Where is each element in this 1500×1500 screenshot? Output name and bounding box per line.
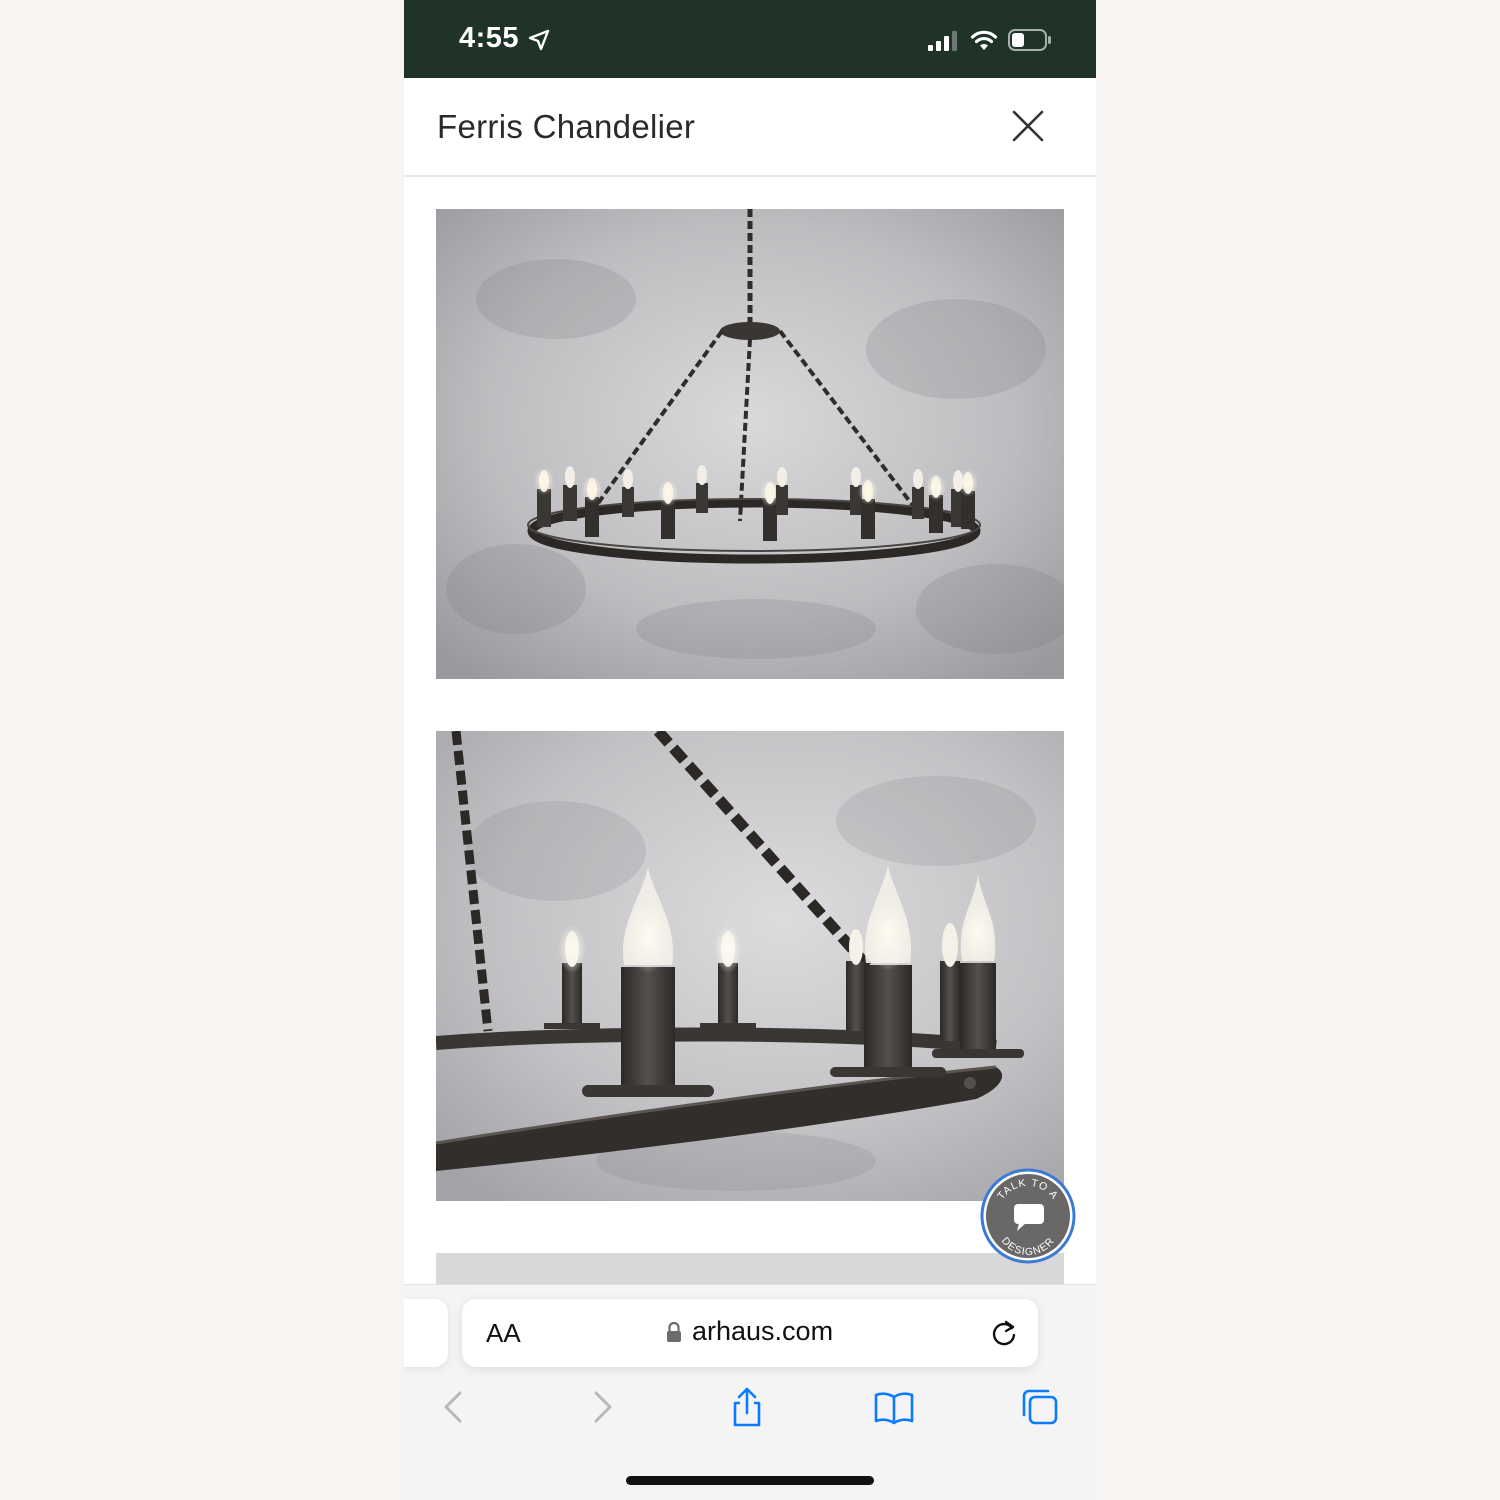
share-icon[interactable] xyxy=(727,1387,767,1427)
reload-icon[interactable] xyxy=(990,1319,1018,1347)
chandelier-full-view[interactable] xyxy=(436,209,1064,679)
status-time: 4:55 xyxy=(459,22,520,54)
url-text: arhaus.com xyxy=(692,1316,834,1346)
phone-screen: 4:55 Ferris Chandelier TALK TO A DESIGNE… xyxy=(404,0,1096,1500)
close-icon[interactable] xyxy=(1008,106,1048,146)
talk-to-designer-button[interactable]: TALK TO A DESIGNER xyxy=(979,1167,1077,1265)
previous-tab-preview[interactable] xyxy=(404,1299,448,1367)
page-title: Ferris Chandelier xyxy=(437,108,696,145)
wifi-icon xyxy=(970,30,998,50)
chandelier-close-up[interactable] xyxy=(436,731,1064,1201)
status-bar: 4:55 xyxy=(404,0,1096,78)
product-header: Ferris Chandelier xyxy=(404,78,1096,177)
forward-icon[interactable] xyxy=(582,1387,622,1427)
tabs-icon[interactable] xyxy=(1020,1387,1060,1427)
home-indicator[interactable] xyxy=(626,1476,874,1485)
battery-icon xyxy=(1008,29,1051,51)
bookmarks-icon[interactable] xyxy=(874,1387,914,1427)
cellular-signal-icon xyxy=(928,31,957,51)
text-size-button[interactable]: AA xyxy=(486,1318,521,1349)
lock-icon xyxy=(667,1321,681,1342)
browser-toolbar: AA arhaus.com xyxy=(404,1284,1096,1500)
back-icon[interactable] xyxy=(434,1387,474,1427)
location-arrow-icon xyxy=(528,29,550,51)
address-bar[interactable]: AA arhaus.com xyxy=(462,1299,1038,1367)
